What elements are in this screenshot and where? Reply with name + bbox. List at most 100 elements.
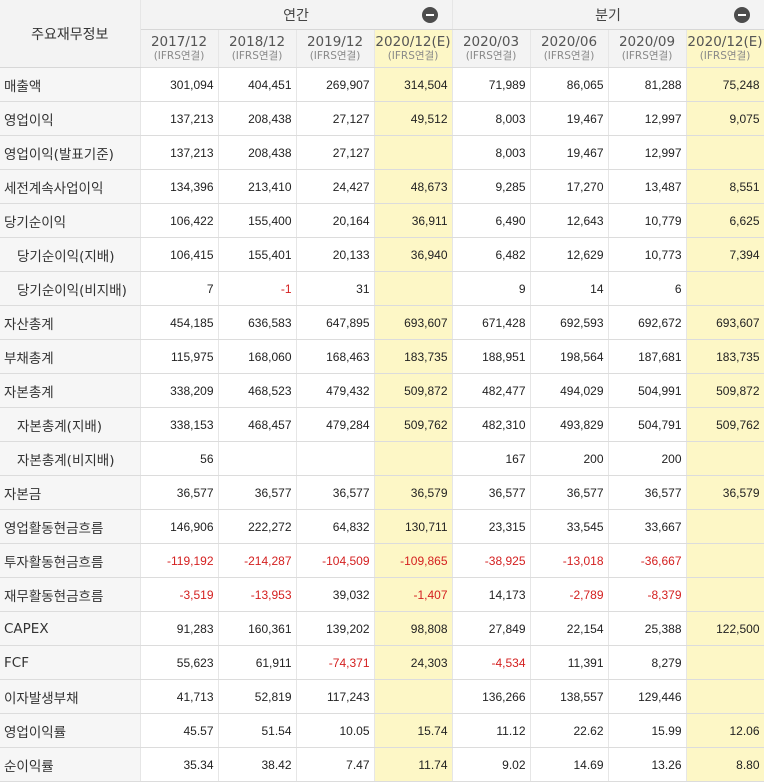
table-body: 매출액 301,094 404,451 269,907 314,504 71,989 86,…	[0, 67, 764, 782]
value-cell: 168,060	[218, 339, 297, 374]
value-cell: 6	[608, 271, 687, 306]
value-cell: 12,629	[530, 237, 609, 272]
value-cell	[686, 577, 764, 612]
period-header: 2020/12(E) (IFRS연결)	[686, 29, 764, 68]
group-label-quarterly: 분기	[595, 8, 621, 24]
value-cell: 7,394	[686, 237, 764, 272]
value-cell: 187,681	[608, 339, 687, 374]
value-cell: 10,773	[608, 237, 687, 272]
value-cell: 13.26	[608, 747, 687, 782]
value-cell	[686, 645, 764, 680]
value-cell: 479,284	[296, 407, 375, 442]
value-cell: 117,243	[296, 679, 375, 714]
value-cell: 454,185	[140, 305, 219, 340]
value-cell: -13,953	[218, 577, 297, 612]
value-cell	[686, 543, 764, 578]
table-row: 자본총계 338,209 468,523 479,432 509,872 482,477 4…	[0, 373, 764, 408]
period-basis: (IFRS연결)	[231, 49, 283, 62]
table-row: 세전계속사업이익 134,396 213,410 24,427 48,673 9,285 1…	[0, 169, 764, 204]
value-cell: -36,667	[608, 543, 687, 578]
value-cell: 51.54	[218, 713, 297, 748]
value-cell: 6,482	[452, 237, 531, 272]
table-row: 자본총계(지배) 338,153 468,457 479,284 509,762 482,…	[0, 407, 764, 442]
value-cell: 20,133	[296, 237, 375, 272]
group-header-annual: 연간	[140, 0, 453, 30]
value-cell: 49,512	[374, 101, 453, 136]
value-cell: 7	[140, 271, 219, 306]
value-cell: 11.12	[452, 713, 531, 748]
financial-summary-table: 주요재무정보 연간 분기 2017/12 (IFRS연결) 2018/12 (IFRS…	[0, 0, 764, 782]
value-cell: 106,415	[140, 237, 219, 272]
value-cell: 200	[530, 441, 609, 476]
table-row: CAPEX 91,283 160,361 139,202 98,808 27,849 22,…	[0, 611, 764, 646]
value-cell: 14.69	[530, 747, 609, 782]
value-cell: -214,287	[218, 543, 297, 578]
value-cell: 15.99	[608, 713, 687, 748]
period-year: 2019/12	[306, 33, 364, 50]
value-cell: 8,003	[452, 135, 531, 170]
value-cell: 55,623	[140, 645, 219, 680]
value-cell: 6,490	[452, 203, 531, 238]
value-cell: 10,779	[608, 203, 687, 238]
value-cell: 22,154	[530, 611, 609, 646]
value-cell: 138,557	[530, 679, 609, 714]
value-cell: 14	[530, 271, 609, 306]
value-cell: 11,391	[530, 645, 609, 680]
period-header: 2019/12 (IFRS연결)	[296, 29, 375, 68]
value-cell: 493,829	[530, 407, 609, 442]
value-cell: 338,153	[140, 407, 219, 442]
value-cell: 24,303	[374, 645, 453, 680]
period-basis: (IFRS연결)	[543, 49, 595, 62]
collapse-annual-icon[interactable]	[421, 7, 438, 23]
value-cell: 494,029	[530, 373, 609, 408]
value-cell: 27,127	[296, 135, 375, 170]
value-cell: 19,467	[530, 101, 609, 136]
group-label-annual: 연간	[283, 8, 309, 24]
period-basis: (IFRS연결)	[387, 49, 439, 62]
table-row: 영업활동현금흐름 146,906 222,272 64,832 130,711 23,31…	[0, 509, 764, 544]
value-cell: 36,911	[374, 203, 453, 238]
value-cell: 10.05	[296, 713, 375, 748]
value-cell: 160,361	[218, 611, 297, 646]
value-cell: 38.42	[218, 747, 297, 782]
period-header: 2020/06 (IFRS연결)	[530, 29, 609, 68]
value-cell: 31	[296, 271, 375, 306]
value-cell: 64,832	[296, 509, 375, 544]
value-cell: 106,422	[140, 203, 219, 238]
row-label: 이자발생부채	[0, 679, 141, 714]
value-cell: 198,564	[530, 339, 609, 374]
value-cell: 188,951	[452, 339, 531, 374]
value-cell: 52,819	[218, 679, 297, 714]
value-cell: 11.74	[374, 747, 453, 782]
period-basis: (IFRS연결)	[699, 49, 751, 62]
period-year: 2020/12(E)	[687, 33, 763, 50]
value-cell: 155,400	[218, 203, 297, 238]
collapse-quarterly-icon[interactable]	[733, 7, 750, 23]
value-cell: 33,667	[608, 509, 687, 544]
value-cell: 636,583	[218, 305, 297, 340]
value-cell: 269,907	[296, 67, 375, 102]
value-cell: 36,577	[218, 475, 297, 510]
value-cell: 208,438	[218, 135, 297, 170]
value-cell: 17,270	[530, 169, 609, 204]
value-cell: 23,315	[452, 509, 531, 544]
table-row: 자산총계 454,185 636,583 647,895 693,607 671,428 6…	[0, 305, 764, 340]
table-row: 영업이익률 45.57 51.54 10.05 15.74 11.12 22.62 15.99…	[0, 713, 764, 748]
row-label: 순이익률	[0, 747, 141, 782]
value-cell	[686, 271, 764, 306]
period-header: 2020/12(E) (IFRS연결)	[374, 29, 453, 68]
value-cell: 25,388	[608, 611, 687, 646]
value-cell: 36,940	[374, 237, 453, 272]
value-cell: 479,432	[296, 373, 375, 408]
table-row: 투자활동현금흐름 -119,192 -214,287 -104,509 -109,865…	[0, 543, 764, 578]
value-cell: -38,925	[452, 543, 531, 578]
value-cell: 509,872	[374, 373, 453, 408]
row-label: 영업이익(발표기준)	[0, 135, 141, 170]
value-cell: 71,989	[452, 67, 531, 102]
value-cell	[686, 135, 764, 170]
value-cell: 482,310	[452, 407, 531, 442]
value-cell: 134,396	[140, 169, 219, 204]
value-cell: 693,607	[374, 305, 453, 340]
value-cell: 12.06	[686, 713, 764, 748]
row-label: 투자활동현금흐름	[0, 543, 141, 578]
